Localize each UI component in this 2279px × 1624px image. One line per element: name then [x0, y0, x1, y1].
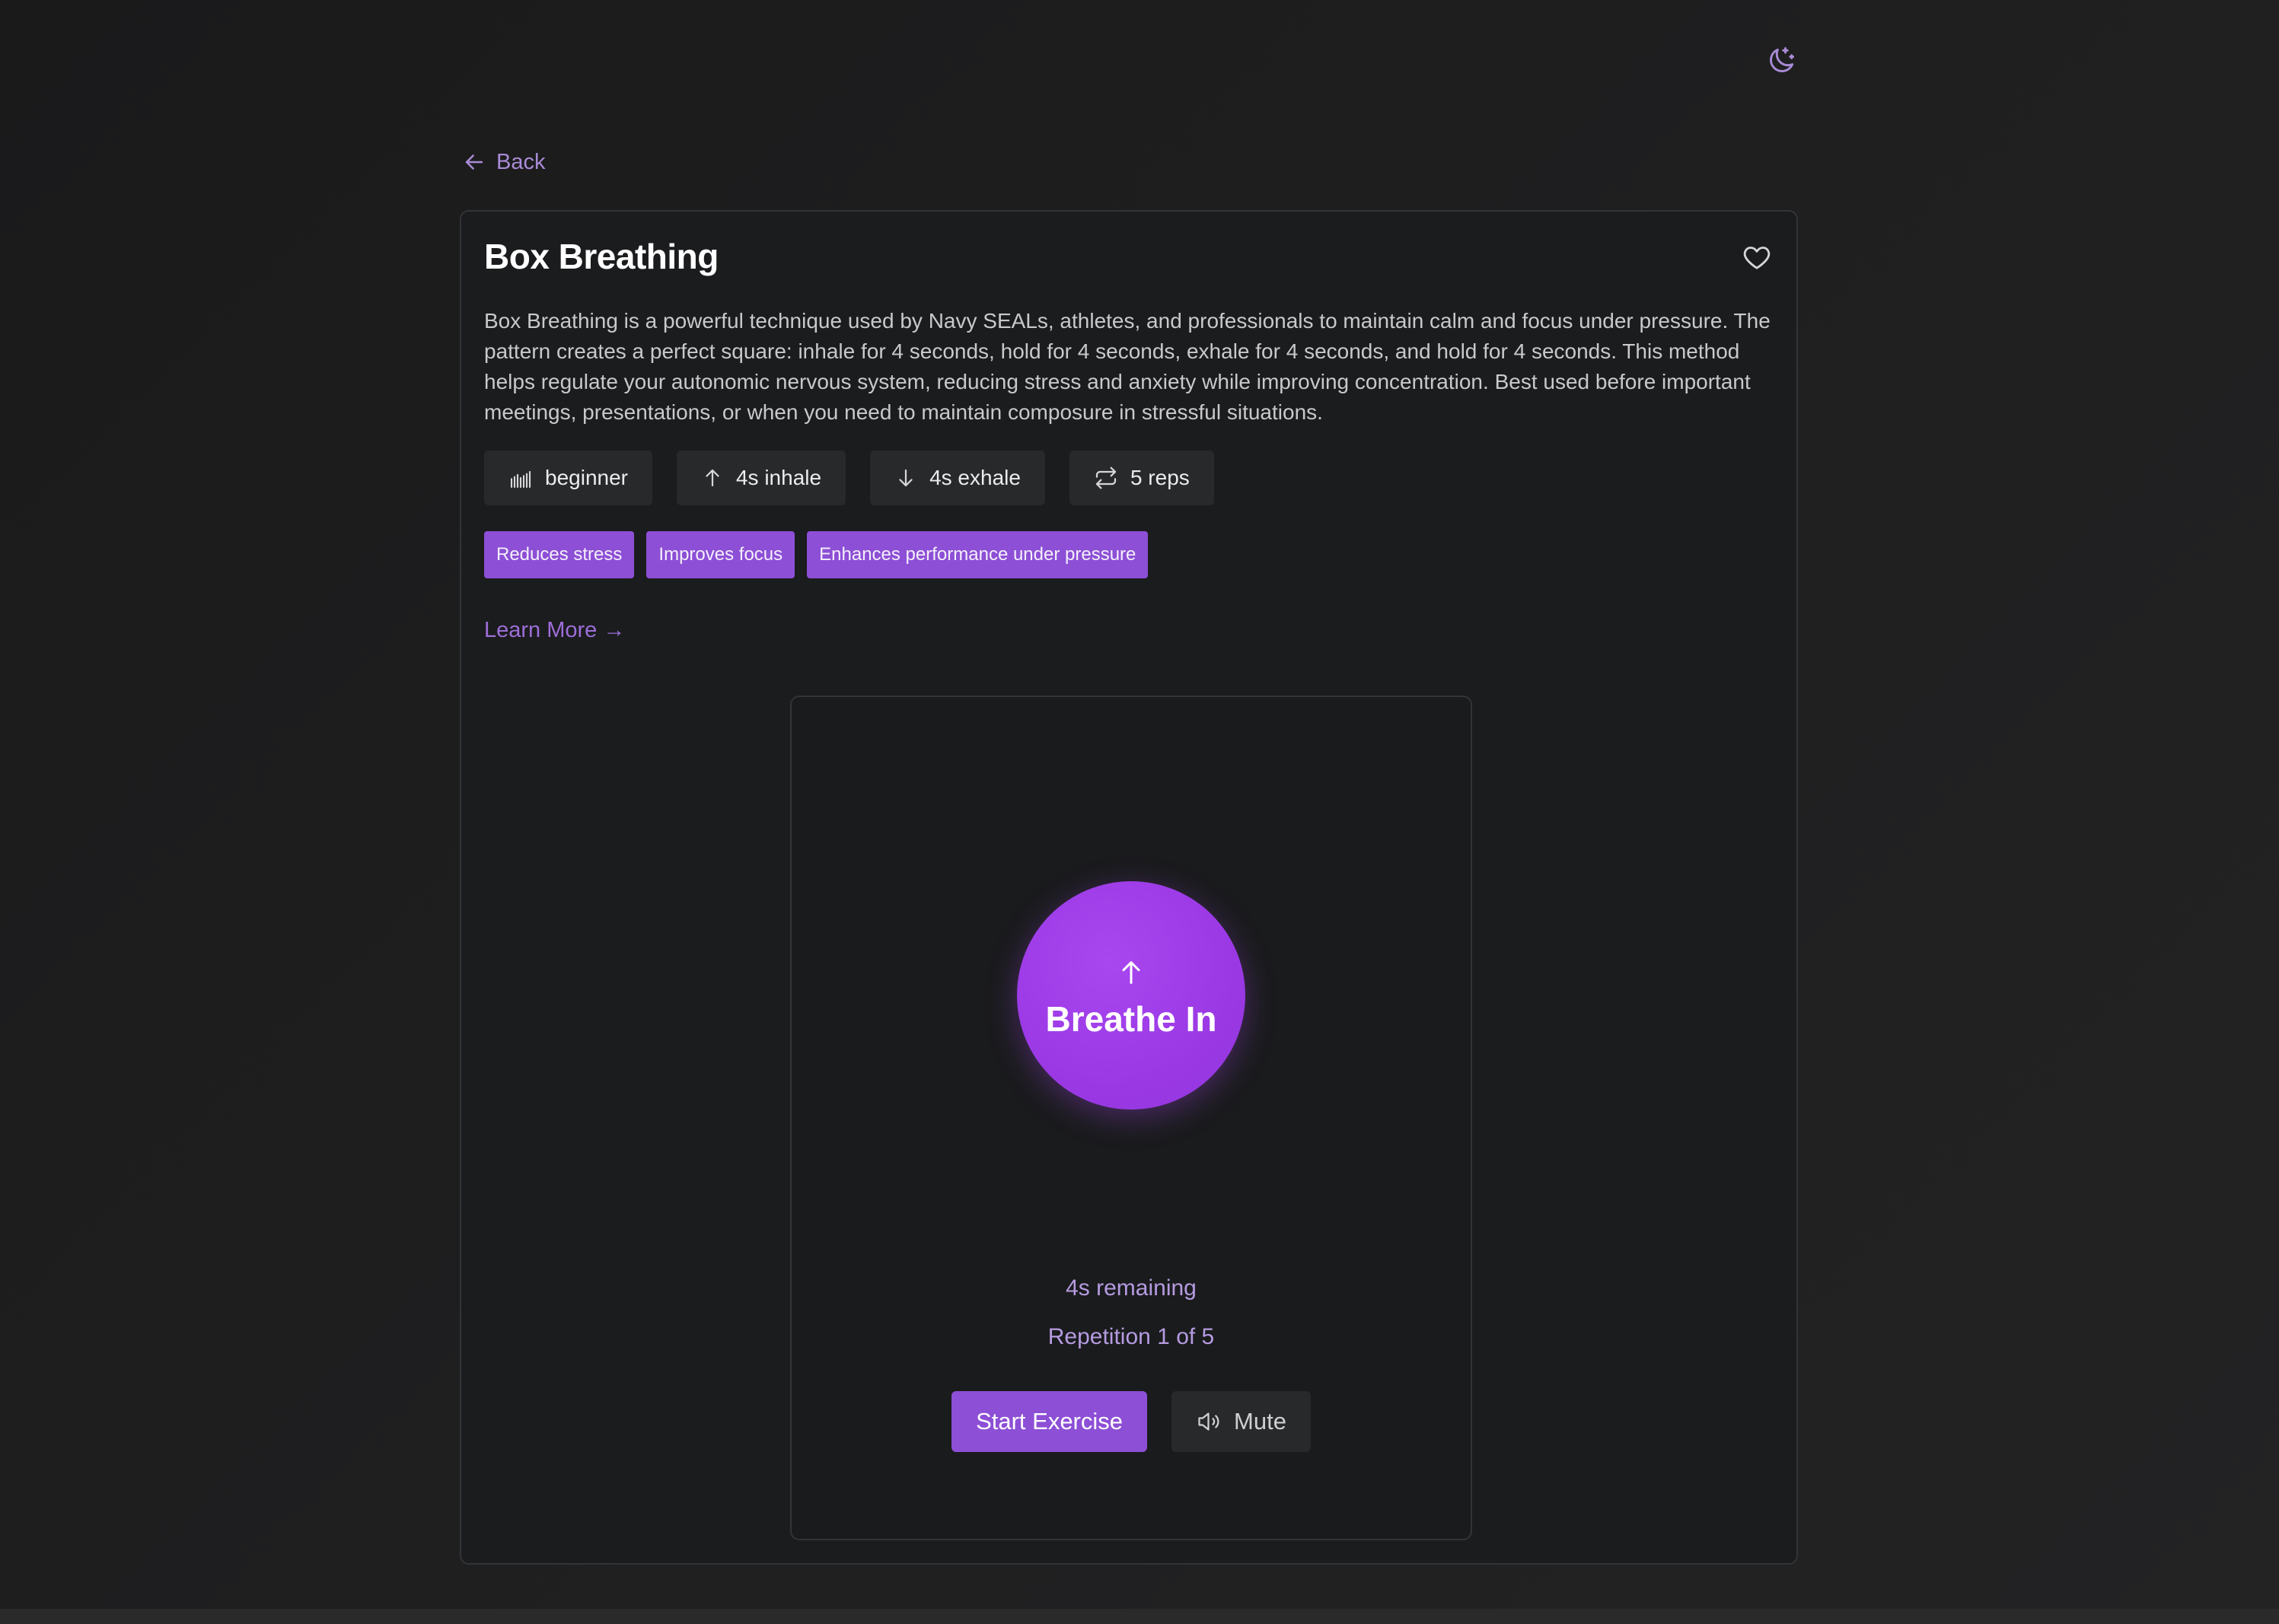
arrow-left-icon — [461, 149, 487, 175]
stat-difficulty: beginner — [484, 451, 652, 505]
stat-exhale: 4s exhale — [870, 451, 1045, 505]
benefit-tags: Reduces stress Improves focus Enhances p… — [484, 531, 1149, 578]
exercise-description: Box Breathing is a powerful technique us… — [484, 309, 1771, 424]
arrow-up-icon — [1116, 957, 1146, 988]
favorite-button[interactable] — [1740, 240, 1774, 274]
arrow-up-icon — [701, 467, 724, 489]
exercise-card: Box Breathing Box Breathing is a powerfu… — [460, 210, 1798, 1565]
benefit-tag: Improves focus — [646, 531, 795, 578]
speaker-icon — [1196, 1408, 1223, 1435]
stat-reps: 5 reps — [1069, 451, 1214, 505]
moon-stars-icon — [1764, 44, 1798, 78]
arrow-down-icon — [894, 467, 917, 489]
repeat-icon — [1094, 466, 1118, 490]
repetition-counter: Repetition 1 of 5 — [1047, 1324, 1215, 1349]
stat-difficulty-label: beginner — [545, 466, 628, 489]
breathing-orb: Breathe In — [1017, 881, 1245, 1110]
benefit-tag: Enhances performance under pressure — [807, 531, 1149, 578]
time-remaining: 4s remaining — [1066, 1275, 1197, 1301]
back-label: Back — [496, 149, 546, 174]
player-controls: Start Exercise Mute — [792, 1391, 1471, 1452]
bottom-strip — [0, 1609, 2279, 1624]
benefit-tag: Reduces stress — [484, 531, 635, 578]
start-exercise-button[interactable]: Start Exercise — [951, 1391, 1148, 1452]
learn-more-link[interactable]: Learn More → — [484, 618, 625, 643]
breathing-player: Breathe In 4s remaining Repetition 1 of … — [790, 696, 1472, 1540]
mute-button[interactable]: Mute — [1171, 1391, 1311, 1452]
heart-icon — [1742, 242, 1772, 272]
stat-inhale: 4s inhale — [676, 451, 846, 505]
theme-toggle-button[interactable] — [1763, 43, 1799, 79]
stat-inhale-label: 4s inhale — [735, 466, 822, 489]
stat-exhale-label: 4s exhale — [929, 466, 1021, 489]
exercise-title: Box Breathing — [484, 237, 719, 276]
phase-label: Breathe In — [1045, 999, 1217, 1039]
back-link[interactable]: Back — [461, 149, 545, 175]
stat-reps-label: 5 reps — [1130, 466, 1190, 489]
exercise-stats: beginner 4s inhale 4s exhale 5 reps — [484, 451, 1214, 505]
bar-chart-icon — [508, 466, 533, 490]
mute-label: Mute — [1234, 1408, 1286, 1435]
